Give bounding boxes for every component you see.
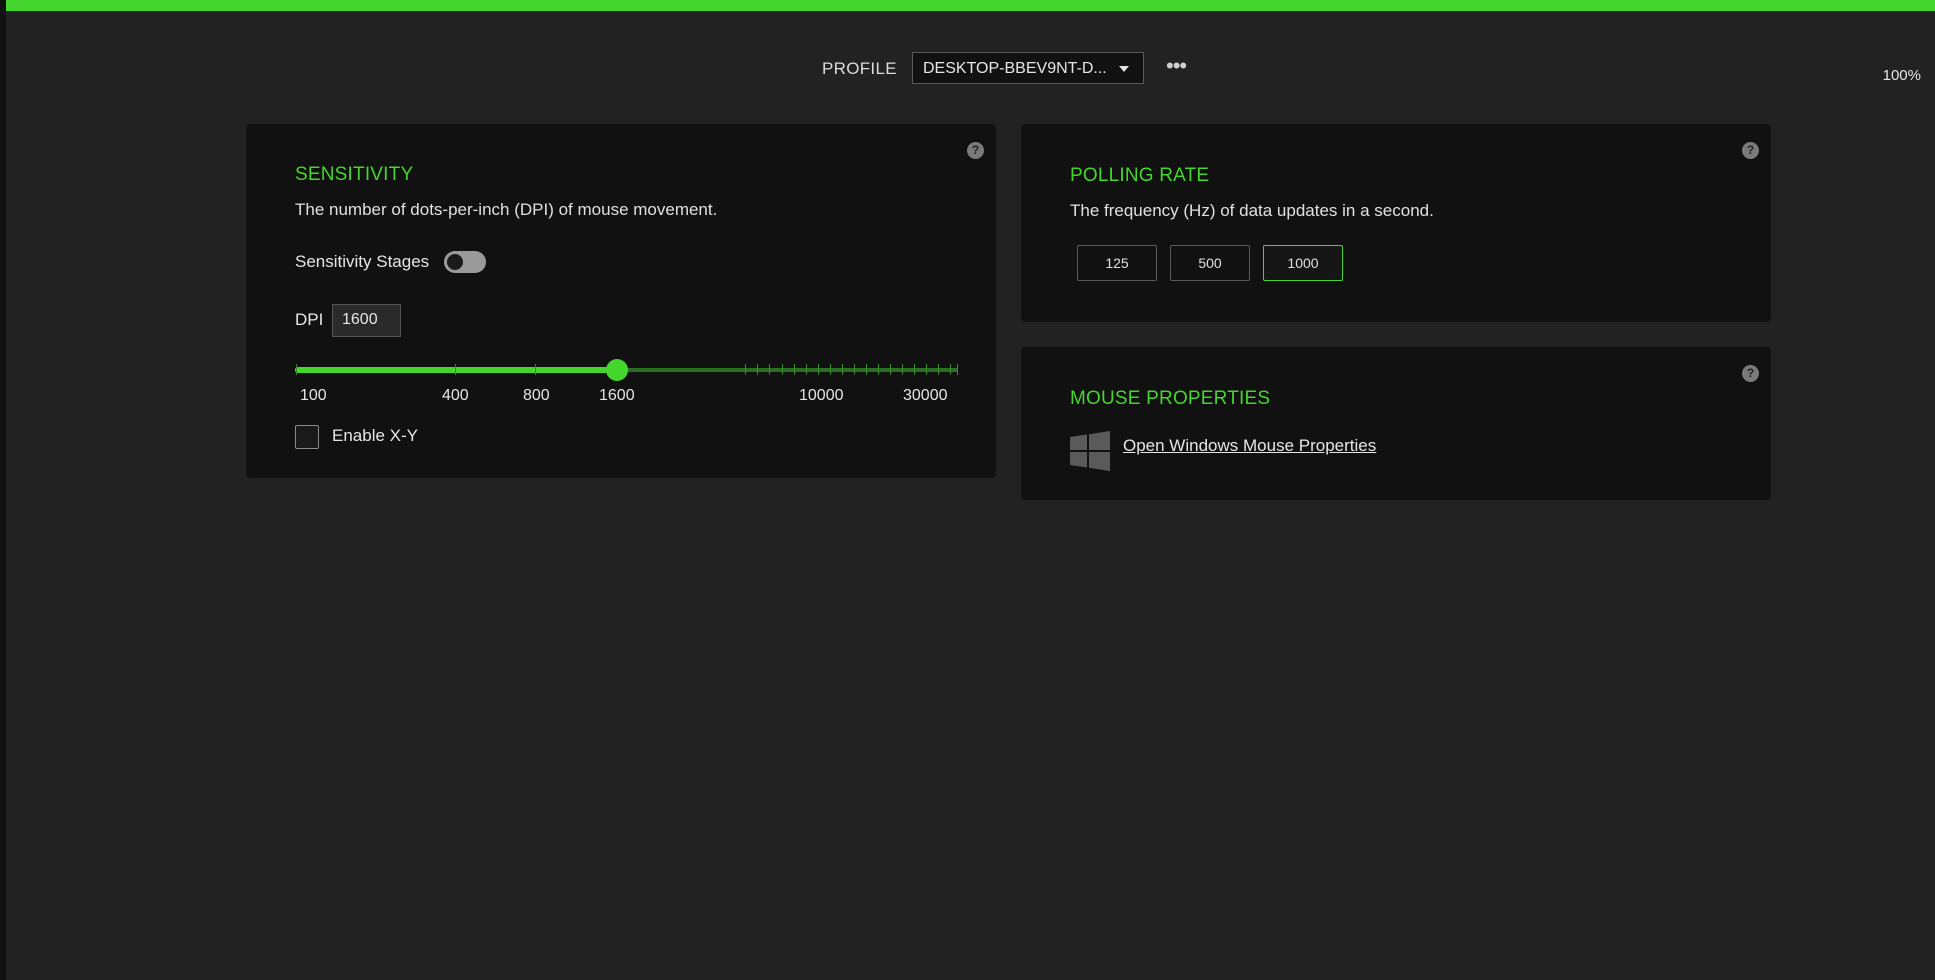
slider-tick xyxy=(854,364,855,375)
slider-fill xyxy=(295,367,617,373)
rate-button-500[interactable]: 500 xyxy=(1170,245,1250,281)
slider-tick xyxy=(878,364,879,375)
enable-xy-checkbox[interactable] xyxy=(295,425,319,449)
slider-tick xyxy=(769,364,770,375)
slider-thumb[interactable] xyxy=(606,359,628,381)
dpi-slider[interactable] xyxy=(295,359,958,381)
slider-tick xyxy=(926,364,927,375)
slider-tick xyxy=(806,364,807,375)
sensitivity-title: SENSITIVITY xyxy=(295,164,414,185)
slider-tick xyxy=(535,364,536,375)
slider-tick xyxy=(830,364,831,375)
slider-label-800: 800 xyxy=(523,387,550,404)
rate-button-125[interactable]: 125 xyxy=(1077,245,1157,281)
slider-tick xyxy=(794,364,795,375)
slider-tick xyxy=(957,364,958,375)
windows-logo-icon xyxy=(1070,431,1110,471)
polling-rate-card: ? POLLING RATE The frequency (Hz) of dat… xyxy=(1021,124,1771,322)
help-icon[interactable]: ? xyxy=(1742,365,1759,382)
slider-tick xyxy=(914,364,915,375)
open-windows-mouse-properties-link[interactable]: Open Windows Mouse Properties xyxy=(1123,436,1376,456)
slider-tick xyxy=(902,364,903,375)
slider-tick xyxy=(890,364,891,375)
polling-rate-title: POLLING RATE xyxy=(1070,165,1210,186)
slider-tick xyxy=(866,364,867,375)
slider-label-400: 400 xyxy=(442,387,469,404)
toggle-knob xyxy=(446,253,464,271)
dpi-input[interactable]: 1600 xyxy=(332,304,401,337)
mouse-properties-card: ? MOUSE PROPERTIES Open Windows Mouse Pr… xyxy=(1021,347,1771,500)
sensitivity-stages-toggle[interactable] xyxy=(444,251,486,273)
slider-tick xyxy=(782,364,783,375)
chevron-down-icon xyxy=(1119,66,1129,72)
slider-label-100: 100 xyxy=(300,387,327,404)
profile-selected-value: DESKTOP-BBEV9NT-D... xyxy=(923,60,1107,77)
more-horizontal-icon[interactable]: ••• xyxy=(1166,55,1187,77)
enable-xy-label: Enable X-Y xyxy=(332,426,418,445)
help-icon[interactable]: ? xyxy=(967,142,984,159)
slider-tick xyxy=(745,364,746,375)
polling-rate-description: The frequency (Hz) of data updates in a … xyxy=(1070,201,1434,220)
slider-tick xyxy=(950,364,951,375)
slider-tick xyxy=(296,364,297,375)
mouse-properties-title: MOUSE PROPERTIES xyxy=(1070,388,1271,409)
slider-tick xyxy=(757,364,758,375)
profile-dropdown[interactable]: DESKTOP-BBEV9NT-D... xyxy=(912,52,1144,84)
dpi-label: DPI xyxy=(295,310,324,329)
window-left-edge xyxy=(0,0,6,980)
slider-tick xyxy=(818,364,819,375)
slider-tick xyxy=(938,364,939,375)
rate-button-1000[interactable]: 1000 xyxy=(1263,245,1343,281)
sensitivity-stages-label: Sensitivity Stages xyxy=(295,252,430,271)
accent-top-bar xyxy=(6,0,1935,11)
profile-row: PROFILE DESKTOP-BBEV9NT-D... ••• xyxy=(0,52,1935,86)
profile-label: PROFILE xyxy=(822,59,897,78)
sensitivity-card: ? SENSITIVITY The number of dots-per-inc… xyxy=(246,124,996,478)
slider-label-1600: 1600 xyxy=(599,387,635,404)
sensitivity-description: The number of dots-per-inch (DPI) of mou… xyxy=(295,200,718,219)
help-icon[interactable]: ? xyxy=(1742,142,1759,159)
slider-tick xyxy=(455,364,456,375)
slider-tick xyxy=(842,364,843,375)
slider-label-30000: 30000 xyxy=(903,387,948,404)
slider-label-10000: 10000 xyxy=(799,387,844,404)
